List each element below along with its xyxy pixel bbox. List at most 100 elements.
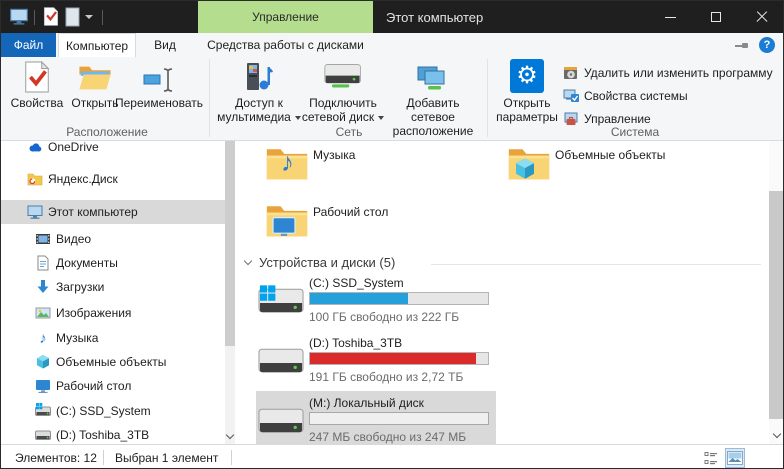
ribbon-group-separator xyxy=(487,59,488,137)
videos-icon xyxy=(35,231,51,247)
drive-m-icon xyxy=(258,405,305,440)
large-icons-view-button[interactable] xyxy=(725,448,745,468)
settings-gear-icon: ⚙ xyxy=(510,59,544,93)
sidebar-item-music[interactable]: ♪ Музыка xyxy=(1,326,225,350)
drive-tile-d[interactable]: (D:) Toshiba_3TB 191 ГБ свободно из 2,72… xyxy=(256,331,496,384)
sidebar-item-documents[interactable]: Документы xyxy=(1,251,225,275)
main-scroll-down-icon[interactable] xyxy=(769,427,784,444)
group-label-network: Сеть xyxy=(217,125,481,139)
music-icon: ♪ xyxy=(35,330,51,346)
qat-properties-icon[interactable] xyxy=(42,6,60,27)
media-access-button[interactable]: Доступ к мультимедиа xyxy=(217,59,301,124)
system-properties-icon xyxy=(563,88,579,104)
tab-computer[interactable]: Компьютер xyxy=(58,33,136,57)
capacity-bar xyxy=(309,292,489,305)
sidebar-item-this-pc[interactable]: Этот компьютер xyxy=(1,200,225,224)
add-network-location-icon xyxy=(416,59,450,93)
main-scrollbar-thumb[interactable] xyxy=(769,191,784,419)
collapse-chevron-icon xyxy=(244,257,252,265)
group-label-location: Расположение xyxy=(7,125,207,139)
music-note-icon: ♪ xyxy=(281,149,294,175)
window-title: Этот компьютер xyxy=(386,1,483,33)
system-properties-button[interactable]: Свойства системы xyxy=(563,87,688,105)
minimize-button[interactable] xyxy=(647,1,693,33)
3d-cube-icon xyxy=(513,157,537,181)
drive-c-icon xyxy=(35,403,51,419)
rename-icon xyxy=(142,59,176,93)
uninstall-program-button[interactable]: Удалить или изменить программу xyxy=(563,64,773,82)
documents-icon xyxy=(35,255,51,271)
files-pane: ♪ Музыка Объемные объекты Рабочий стол У… xyxy=(235,141,769,444)
drive-d-icon xyxy=(258,345,305,380)
explorer-window: Управление Этот компьютер Файл Компьютер… xyxy=(0,0,784,469)
dropdown-arrow-icon xyxy=(295,116,301,120)
section-divider xyxy=(431,264,761,265)
capacity-bar xyxy=(309,352,489,365)
qat-new-item-icon[interactable] xyxy=(65,7,80,27)
sidebar-item-onedrive[interactable]: OneDrive xyxy=(1,141,225,159)
qat-separator xyxy=(34,10,35,25)
close-icon xyxy=(756,11,768,23)
help-icon[interactable]: ? xyxy=(759,37,775,53)
qat-dropdown-icon[interactable] xyxy=(85,15,93,19)
sidebar-item-yandex-disk[interactable]: Яндекс.Диск xyxy=(1,167,225,191)
sidebar-scroll-down-icon[interactable] xyxy=(225,428,235,444)
minimize-icon xyxy=(665,17,676,18)
properties-icon xyxy=(22,59,52,93)
details-view-icon xyxy=(704,451,718,465)
ribbon-pin-icon[interactable] xyxy=(735,43,749,48)
open-settings-button[interactable]: ⚙ Открыть параметры xyxy=(495,59,559,124)
status-separator xyxy=(231,450,232,465)
pictures-icon xyxy=(35,305,51,321)
status-bar: Элементов: 12 Выбран 1 элемент xyxy=(1,444,783,469)
maximize-icon xyxy=(711,12,721,22)
map-network-drive-button[interactable]: Подключить сетевой диск xyxy=(301,59,385,124)
status-separator xyxy=(103,450,104,465)
yandex-disk-icon xyxy=(27,171,43,187)
uninstall-program-icon xyxy=(563,65,579,81)
drive-tile-m[interactable]: (M:) Локальный диск 247 МБ свободно из 2… xyxy=(256,391,496,444)
desktop-icon xyxy=(35,378,51,394)
drive-d-icon xyxy=(35,427,51,443)
maximize-button[interactable] xyxy=(693,1,739,33)
sidebar-item-pictures[interactable]: Изображения xyxy=(1,301,225,325)
tab-view[interactable]: Вид xyxy=(141,33,189,57)
title-bar: Управление Этот компьютер xyxy=(1,1,783,33)
dropdown-arrow-icon xyxy=(378,116,384,120)
contextual-ribbon-header[interactable]: Управление xyxy=(198,1,373,33)
sidebar-item-drive-c[interactable]: (C:) SSD_System xyxy=(1,399,225,423)
onedrive-cloud-icon xyxy=(27,141,43,155)
rename-button[interactable]: Переименовать xyxy=(109,59,209,110)
large-icons-view-icon xyxy=(727,451,743,465)
section-devices-and-drives[interactable]: Устройства и диски (5) xyxy=(245,253,395,271)
items-count: Элементов: 12 xyxy=(15,445,97,469)
drive-tile-c[interactable]: (C:) SSD_System 100 ГБ свободно из 222 Г… xyxy=(256,271,496,324)
sidebar-item-downloads[interactable]: Загрузки xyxy=(1,275,225,299)
sidebar-item-desktop[interactable]: Рабочий стол xyxy=(1,374,225,398)
capacity-bar xyxy=(309,412,489,425)
open-folder-icon xyxy=(78,59,112,93)
media-access-icon xyxy=(243,59,275,93)
tab-disk-tools[interactable]: Средства работы с дисками xyxy=(198,33,373,57)
properties-button[interactable]: Свойства xyxy=(7,59,67,110)
ribbon: Свойства Открыть Переименовать Расположе… xyxy=(1,57,783,141)
sidebar-item-drive-d[interactable]: (D:) Toshiba_3TB xyxy=(1,423,225,444)
desktop-monitor-icon xyxy=(271,216,297,238)
group-label-system: Система xyxy=(495,125,775,139)
sidebar-scrollbar-thumb[interactable] xyxy=(225,141,235,346)
app-computer-icon xyxy=(9,7,29,26)
sidebar-item-videos[interactable]: Видео xyxy=(1,227,225,251)
ribbon-tab-row: Файл Компьютер Вид Средства работы с дис… xyxy=(1,33,783,57)
qat-separator xyxy=(102,10,103,25)
tab-file[interactable]: Файл xyxy=(1,33,56,57)
navigation-pane: OneDrive Яндекс.Диск Этот компьютер Виде… xyxy=(1,141,235,444)
close-button[interactable] xyxy=(739,1,784,33)
this-pc-icon xyxy=(27,204,43,220)
map-network-drive-icon xyxy=(324,59,362,93)
details-view-button[interactable] xyxy=(701,448,721,468)
downloads-icon xyxy=(35,279,51,295)
ribbon-group-separator xyxy=(209,59,210,137)
selection-count: Выбран 1 элемент xyxy=(115,445,218,469)
3d-objects-icon xyxy=(35,354,51,370)
sidebar-item-3d-objects[interactable]: Объемные объекты xyxy=(1,350,225,374)
